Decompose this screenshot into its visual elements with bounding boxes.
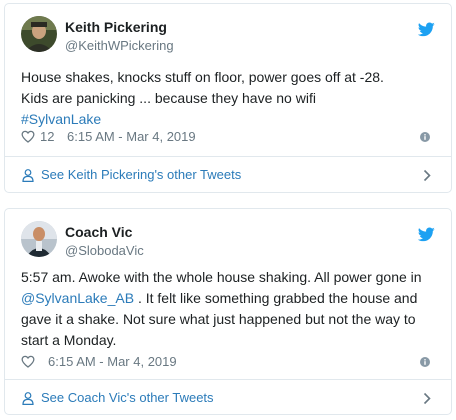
info-icon[interactable] (420, 132, 430, 142)
tweet-text-segment: 5:57 am. Awoke with the whole house shak… (21, 269, 422, 285)
tweet-text-line: House shakes, knocks stuff on floor, pow… (21, 69, 384, 85)
person-icon (22, 169, 34, 182)
tweet-text-line: Kids are panicking ... because they have… (21, 90, 316, 106)
author-name[interactable]: Keith Pickering (65, 19, 167, 35)
see-other-tweets-label[interactable]: See Coach Vic's other Tweets (41, 390, 214, 405)
mention-link[interactable]: @SylvanLake_AB (21, 290, 134, 306)
tweet-meta: 12 6:15 AM - Mar 4, 2019 (21, 128, 435, 146)
see-other-tweets-link[interactable]: See Keith Pickering's other Tweets (5, 157, 451, 193)
avatar[interactable] (21, 221, 57, 257)
tweet-header: Coach Vic @SlobodaVic (21, 221, 435, 261)
see-other-tweets-label[interactable]: See Keith Pickering's other Tweets (41, 167, 241, 182)
timestamp-link[interactable]: 6:15 AM - Mar 4, 2019 (48, 354, 177, 369)
heart-icon[interactable] (21, 355, 35, 368)
like-count[interactable]: 12 (40, 129, 54, 144)
tweet-card-keith-pickering: Keith Pickering @KeithWPickering House s… (4, 3, 452, 193)
heart-icon[interactable] (21, 130, 35, 143)
info-icon[interactable] (420, 357, 430, 367)
person-icon (22, 392, 34, 405)
chevron-right-icon (423, 169, 431, 182)
author-handle[interactable]: @KeithWPickering (65, 38, 174, 53)
chevron-right-icon (423, 392, 431, 405)
tweet-card-coach-vic: Coach Vic @SlobodaVic 5:57 am. Awoke wit… (4, 208, 452, 415)
twitter-bird-icon[interactable] (418, 227, 435, 242)
hashtag-link[interactable]: #SylvanLake (21, 111, 101, 127)
see-other-tweets-link[interactable]: See Coach Vic's other Tweets (5, 380, 451, 416)
tweet-text: House shakes, knocks stuff on floor, pow… (21, 67, 437, 130)
tweet-header: Keith Pickering @KeithWPickering (21, 16, 435, 56)
tweet-text: 5:57 am. Awoke with the whole house shak… (21, 267, 437, 351)
avatar[interactable] (21, 16, 57, 52)
tweet-meta: 6:15 AM - Mar 4, 2019 (21, 353, 435, 371)
author-name[interactable]: Coach Vic (65, 224, 132, 240)
author-handle[interactable]: @SlobodaVic (65, 243, 144, 258)
timestamp-link[interactable]: 6:15 AM - Mar 4, 2019 (67, 129, 196, 144)
twitter-bird-icon[interactable] (418, 22, 435, 37)
